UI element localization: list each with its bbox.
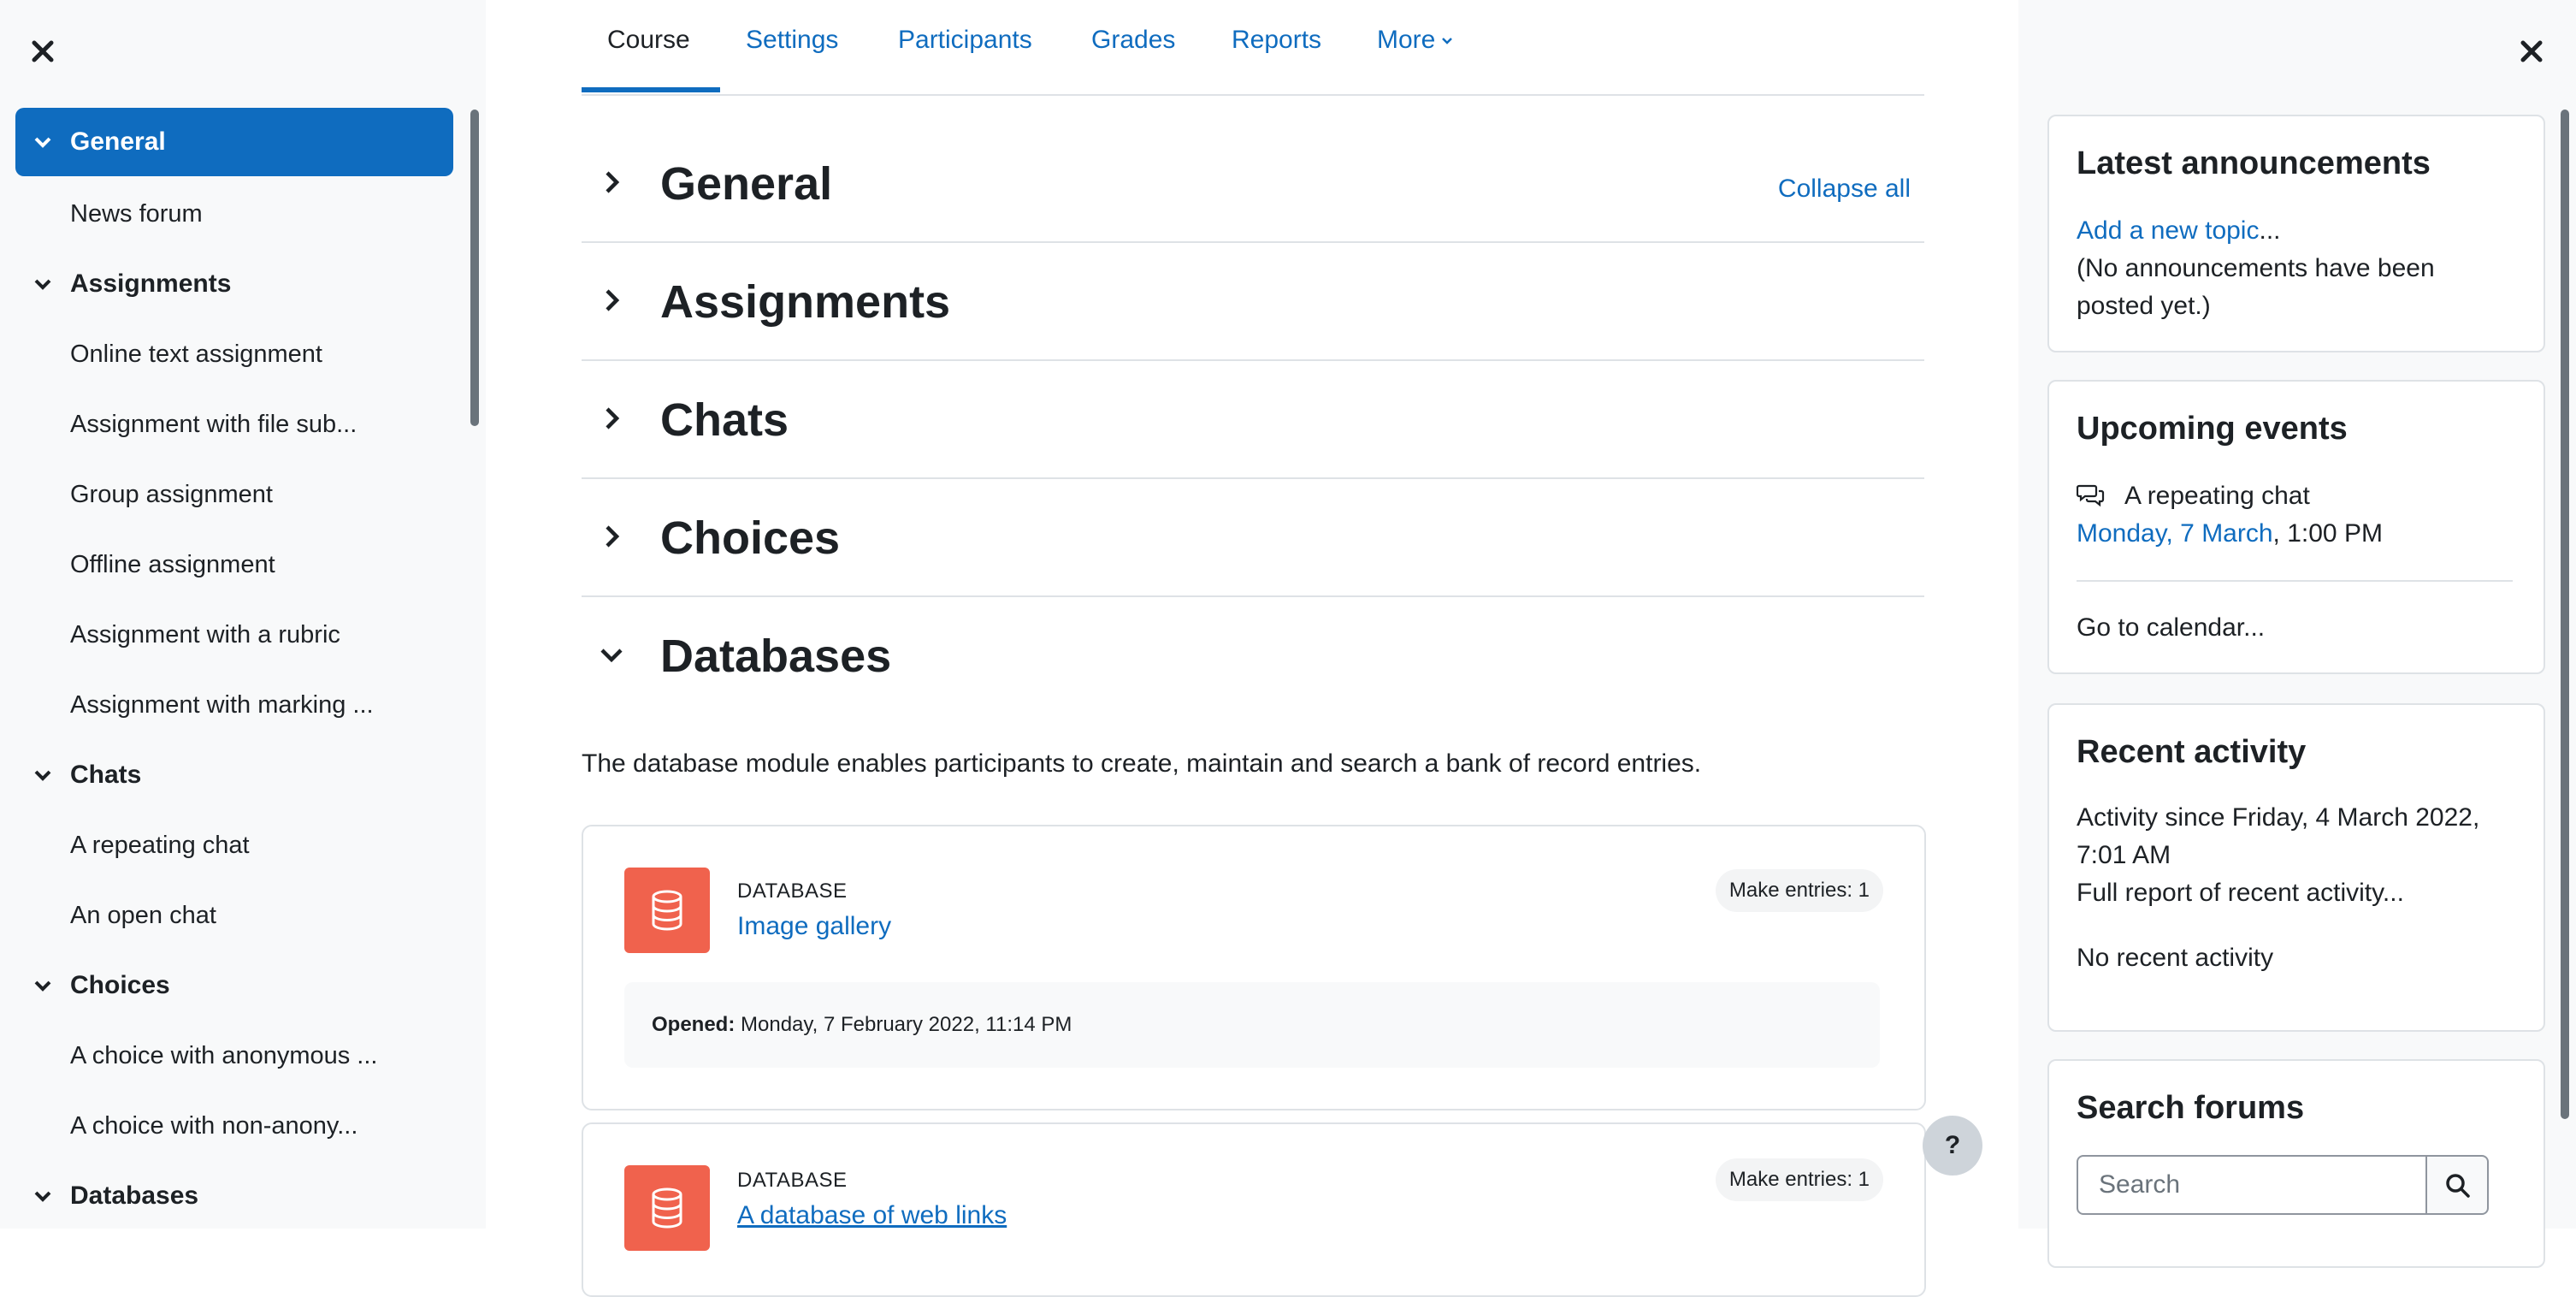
course-index-section-chats[interactable]: Chats xyxy=(15,741,453,809)
activity-card: DATABASE A database of web links Make en… xyxy=(582,1122,1926,1297)
event-date-link[interactable]: Monday, 7 March xyxy=(2077,519,2273,548)
chevron-down-icon xyxy=(34,1191,51,1202)
section-title[interactable]: Choices xyxy=(660,512,840,565)
event-time: , 1:00 PM xyxy=(2272,519,2383,548)
course-index-item[interactable]: Assignment with marking ... xyxy=(70,688,374,722)
activity-type: DATABASE xyxy=(737,879,848,903)
event-link[interactable]: A repeating chat xyxy=(2124,477,2310,515)
course-index-item[interactable]: Assignment with a rubric xyxy=(70,618,340,652)
upcoming-events-block: Upcoming events A repeating chat Monday,… xyxy=(2047,380,2545,674)
chevron-down-icon xyxy=(34,279,51,290)
section-assignments: Assignments xyxy=(582,241,1924,361)
tab-grades[interactable]: Grades xyxy=(1091,26,1175,55)
chevron-down-icon xyxy=(34,137,51,148)
activity-link[interactable]: A database of web links xyxy=(737,1201,1007,1230)
chevron-down-icon xyxy=(34,980,51,992)
course-index-item[interactable]: News forum xyxy=(70,197,203,231)
course-content: Course Settings Participants Grades Repo… xyxy=(486,0,2017,1297)
section-title[interactable]: Assignments xyxy=(660,275,950,329)
section-label: Chats xyxy=(70,761,142,789)
tab-reports[interactable]: Reports xyxy=(1232,26,1321,55)
course-index-item[interactable]: A choice with non-anony... xyxy=(70,1109,357,1143)
recent-activity-block: Recent activity Activity since Friday, 4… xyxy=(2047,703,2545,1032)
completion-badge: Make entries: 1 xyxy=(1715,869,1883,912)
section-label: Assignments xyxy=(70,269,232,298)
database-icon xyxy=(624,868,710,953)
block-drawer-scrollbar[interactable] xyxy=(2561,110,2569,1119)
announcements-empty: (No announcements have been posted yet.) xyxy=(2077,254,2435,320)
section-title[interactable]: General xyxy=(660,157,832,210)
active-tab-indicator xyxy=(582,87,720,92)
section-databases: Databases xyxy=(582,595,1924,714)
announcements-add-row: Add a new topic... xyxy=(2077,212,2281,250)
course-index-section-general[interactable]: General xyxy=(15,108,453,176)
add-topic-link[interactable]: Add a new topic xyxy=(2077,216,2259,245)
course-index-item[interactable]: Group assignment xyxy=(70,477,273,512)
course-index-section-databases[interactable]: Databases xyxy=(15,1162,453,1229)
divider xyxy=(2077,580,2513,582)
section-label: Choices xyxy=(70,971,170,999)
tab-more-label: More xyxy=(1377,26,1436,54)
course-index-section-choices[interactable]: Choices xyxy=(15,951,453,1020)
add-topic-ellipsis: ... xyxy=(2259,216,2281,245)
course-index-item[interactable]: A choice with anonymous ... xyxy=(70,1039,377,1073)
search-button[interactable] xyxy=(2427,1155,2489,1215)
course-index-item[interactable]: A repeating chat xyxy=(70,828,250,862)
event-datetime: Monday, 7 March, 1:00 PM xyxy=(2077,515,2383,553)
block-title: Upcoming events xyxy=(2077,411,2348,447)
chat-icon xyxy=(2077,484,2105,507)
collapse-all-link[interactable]: Collapse all xyxy=(1778,175,1911,204)
tab-participants[interactable]: Participants xyxy=(898,26,1032,55)
no-recent-activity: No recent activity xyxy=(2077,944,2274,972)
tab-settings[interactable]: Settings xyxy=(746,26,838,55)
tab-more[interactable]: More xyxy=(1377,26,1454,55)
block-title: Search forums xyxy=(2077,1090,2305,1126)
section-label: Databases xyxy=(70,1182,199,1210)
search-forums-block: Search forums xyxy=(2047,1059,2545,1268)
chevron-down-icon xyxy=(1442,38,1453,44)
chevron-right-icon[interactable] xyxy=(599,169,624,195)
course-index-section-assignments[interactable]: Assignments xyxy=(15,250,453,318)
chevron-down-icon xyxy=(34,770,51,781)
section-title[interactable]: Databases xyxy=(660,630,891,683)
course-index-item[interactable]: Online text assignment xyxy=(70,337,322,371)
chevron-right-icon[interactable] xyxy=(599,406,624,431)
chevron-right-icon[interactable] xyxy=(599,524,624,549)
completion-badge: Make entries: 1 xyxy=(1715,1158,1883,1201)
latest-announcements-block: Latest announcements Add a new topic... … xyxy=(2047,115,2545,352)
section-title[interactable]: Chats xyxy=(660,394,789,447)
search-input[interactable] xyxy=(2077,1155,2427,1215)
go-to-calendar-link[interactable]: Go to calendar... xyxy=(2077,609,2265,647)
section-label: General xyxy=(70,127,166,156)
dates-value: Monday, 7 February 2022, 11:14 PM xyxy=(741,1013,1072,1036)
close-icon[interactable] xyxy=(29,38,56,65)
database-icon xyxy=(624,1165,710,1251)
activity-since: Activity since Friday, 4 March 2022, 7:0… xyxy=(2077,803,2480,869)
section-general: General Collapse all xyxy=(582,123,1924,243)
section-chats: Chats xyxy=(582,359,1924,479)
block-title: Latest announcements xyxy=(2077,145,2431,181)
full-report-link[interactable]: Full report of recent activity... xyxy=(2077,874,2404,912)
section-choices: Choices xyxy=(582,477,1924,597)
search-icon xyxy=(2446,1174,2470,1198)
block-title: Recent activity xyxy=(2077,734,2307,770)
activity-dates: Opened: Monday, 7 February 2022, 11:14 P… xyxy=(624,982,1880,1068)
tab-course[interactable]: Course xyxy=(607,26,690,55)
chevron-right-icon[interactable] xyxy=(599,287,624,313)
course-index-item[interactable]: Offline assignment xyxy=(70,548,275,582)
chevron-down-icon[interactable] xyxy=(599,642,624,667)
course-index-item[interactable]: Assignment with file sub... xyxy=(70,407,357,441)
course-index-scrollbar[interactable] xyxy=(470,110,479,426)
section-summary: The database module enables participants… xyxy=(582,749,1702,778)
close-icon[interactable] xyxy=(2518,38,2545,65)
activity-link[interactable]: Image gallery xyxy=(737,912,891,941)
activity-card: DATABASE Image gallery Make entries: 1 O… xyxy=(582,825,1926,1110)
help-button[interactable]: ? xyxy=(1923,1116,1982,1176)
course-index-item[interactable]: An open chat xyxy=(70,898,216,933)
dates-label: Opened: xyxy=(652,1013,736,1036)
activity-type: DATABASE xyxy=(737,1169,848,1192)
course-index-drawer: General News forum Assignments Online te… xyxy=(0,0,486,1229)
